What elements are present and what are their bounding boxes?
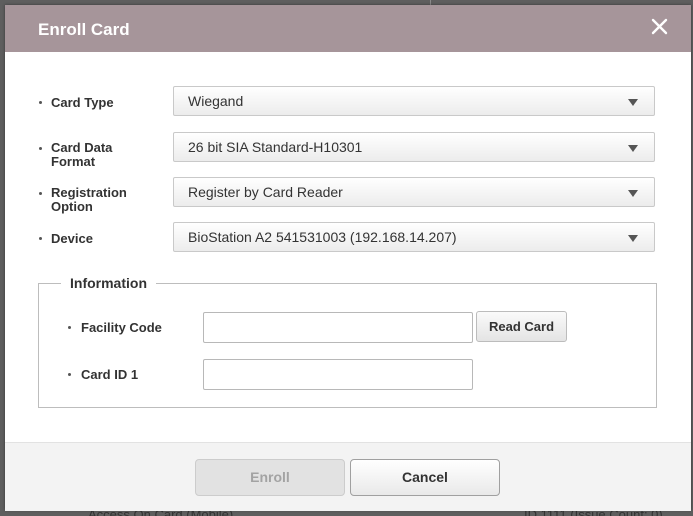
card-data-format-label-line2: Format <box>51 154 96 169</box>
registration-option-select[interactable]: Register by Card Reader <box>173 177 655 207</box>
card-data-format-select[interactable]: 26 bit SIA Standard-H10301 <box>173 132 655 162</box>
device-select[interactable]: BioStation A2 541531003 (192.168.14.207) <box>173 222 655 252</box>
device-value: BioStation A2 541531003 (192.168.14.207) <box>188 229 457 245</box>
enroll-card-dialog: Enroll Card Card Type Wiegand Card Data … <box>5 5 691 511</box>
bullet-icon <box>39 192 42 195</box>
dialog-titlebar: Enroll Card <box>5 5 691 52</box>
card-id-label: Card ID 1 <box>81 367 139 382</box>
card-type-value: Wiegand <box>188 93 244 109</box>
card-data-format-value: 26 bit SIA Standard-H10301 <box>188 139 363 155</box>
close-button[interactable] <box>648 15 672 39</box>
bullet-icon <box>68 373 71 376</box>
bullet-icon <box>39 101 42 104</box>
card-data-format-label-line1: Card Data <box>51 140 113 155</box>
information-legend: Information <box>61 275 156 291</box>
cancel-button[interactable]: Cancel <box>350 459 500 496</box>
dialog-title: Enroll Card <box>38 20 130 39</box>
chevron-down-icon <box>628 99 638 106</box>
facility-code-label: Facility Code <box>81 320 162 335</box>
registration-option-value: Register by Card Reader <box>188 184 343 200</box>
facility-code-input[interactable] <box>203 312 473 343</box>
card-id-input[interactable] <box>203 359 473 390</box>
registration-option-label-line1: Registration <box>51 185 127 200</box>
bullet-icon <box>39 147 42 150</box>
close-icon <box>651 18 668 35</box>
read-card-button[interactable]: Read Card <box>476 311 567 342</box>
registration-option-label: Registration Option <box>51 186 127 214</box>
chevron-down-icon <box>628 145 638 152</box>
card-data-format-label: Card Data Format <box>51 141 112 169</box>
enroll-button[interactable]: Enroll <box>195 459 345 496</box>
chevron-down-icon <box>628 235 638 242</box>
chevron-down-icon <box>628 190 638 197</box>
bullet-icon <box>39 237 42 240</box>
card-type-select[interactable]: Wiegand <box>173 86 655 116</box>
registration-option-label-line2: Option <box>51 199 93 214</box>
dialog-footer: Enroll Cancel <box>5 442 691 511</box>
bullet-icon <box>68 326 71 329</box>
device-label: Device <box>51 231 93 246</box>
card-type-label: Card Type <box>51 95 114 110</box>
